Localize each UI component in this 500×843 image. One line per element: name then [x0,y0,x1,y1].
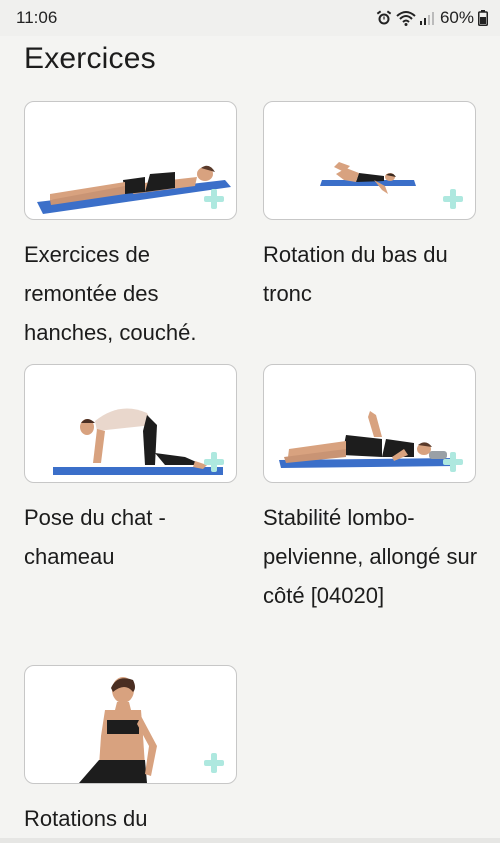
exercise-card-cat-camel[interactable] [24,364,237,483]
exercise-card-trunk-rotations[interactable] [24,665,237,784]
exercise-label[interactable]: Rotations du [24,799,244,838]
add-icon[interactable] [443,189,463,209]
exercise-card-side-lying-stability[interactable] [263,364,476,483]
page-title: Exercices [24,42,156,75]
add-icon[interactable] [204,753,224,773]
alarm-icon [376,10,392,26]
wifi-icon [396,10,416,26]
battery-icon [478,10,488,26]
add-icon[interactable] [443,452,463,472]
add-icon[interactable] [204,189,224,209]
exercise-card-lower-trunk-rotation[interactable] [263,101,476,220]
status-icons: 60% [376,8,488,28]
exercise-label[interactable]: Pose du chat - chameau [24,498,244,576]
signal-icon [419,10,434,26]
status-bar: 11:06 60% [0,0,500,36]
status-time: 11:06 [16,8,58,27]
exercise-card-hip-raise[interactable] [24,101,237,220]
exercise-label[interactable]: Exercices de remontée des hanches, couch… [24,235,244,352]
exercise-label[interactable]: Stabilité lombo-pelvienne, allongé sur c… [263,498,483,615]
battery-percent: 60% [439,8,474,27]
bottom-edge [0,838,500,843]
add-icon[interactable] [204,452,224,472]
exercise-label[interactable]: Rotation du bas du tronc [263,235,483,313]
